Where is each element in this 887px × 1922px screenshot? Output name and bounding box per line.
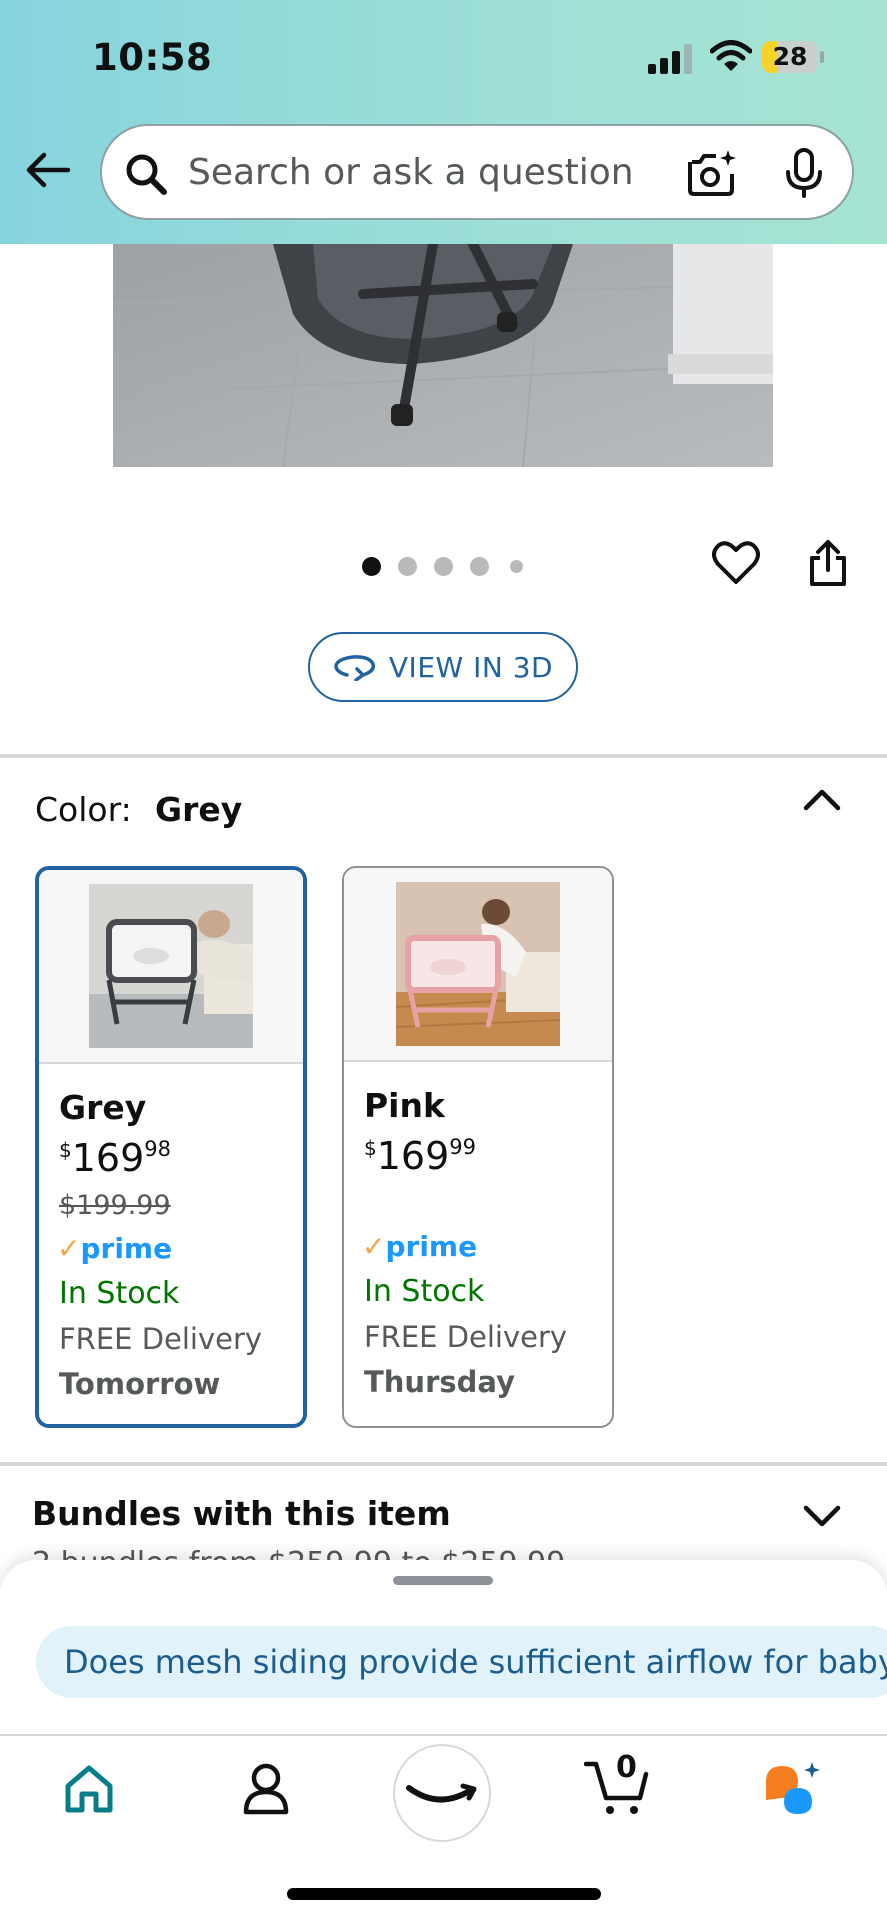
selected-color: Grey: [155, 790, 243, 829]
color-option-pink[interactable]: Pink $16999 ✓prime In Stock FREE Deliver…: [342, 866, 614, 1428]
section-divider: [0, 1462, 887, 1466]
swatch-stock: In Stock: [364, 1274, 485, 1309]
bassinet-photo: [113, 244, 773, 467]
cellular-signal-icon: [648, 44, 692, 74]
prime-label: prime: [80, 1232, 173, 1265]
product-image[interactable]: [113, 244, 773, 467]
sheet-grabber[interactable]: [393, 1576, 493, 1585]
gallery-dot[interactable]: [434, 557, 453, 576]
swatch-thumbnail-pink: [396, 882, 560, 1046]
price-currency: $: [364, 1136, 377, 1160]
swatch-name: Grey: [59, 1088, 147, 1127]
swatch-delivery-date: Thursday: [364, 1365, 515, 1399]
color-option-grey[interactable]: Grey $16998 $199.99 ✓prime In Stock FREE…: [35, 866, 307, 1428]
home-icon[interactable]: [62, 1762, 116, 1816]
swatch-name: Pink: [364, 1086, 445, 1125]
gallery-dot-active[interactable]: [362, 557, 381, 576]
status-time: 10:58: [92, 36, 213, 79]
swatch-image-area: [39, 870, 303, 1064]
microphone-icon[interactable]: [784, 148, 824, 198]
gallery-dots[interactable]: [360, 555, 526, 579]
search-input[interactable]: Search or ask a question: [188, 152, 634, 193]
chevron-up-icon[interactable]: [802, 786, 842, 812]
chevron-down-icon[interactable]: [802, 1504, 842, 1530]
home-indicator: [287, 1888, 601, 1900]
rufus-bottom-sheet[interactable]: Does mesh siding provide sufficient airf…: [0, 1560, 887, 1735]
camera-lens-icon[interactable]: [686, 148, 738, 198]
price-currency: $: [59, 1138, 72, 1162]
view-in-3d-label: VIEW IN 3D: [388, 650, 554, 684]
share-icon[interactable]: [808, 538, 848, 588]
app-header: 10:58 28 Search or ask a question: [0, 0, 887, 244]
cart-count-badge: 0: [616, 1750, 637, 1785]
swatch-price: $16999: [364, 1134, 476, 1178]
price-whole: 169: [71, 1136, 145, 1180]
price-fraction: 99: [449, 1135, 476, 1159]
bundles-title[interactable]: Bundles with this item: [32, 1494, 451, 1533]
prime-label: prime: [385, 1230, 478, 1263]
swatch-list-price: $199.99: [59, 1190, 171, 1221]
swatch-delivery-date: Tomorrow: [59, 1367, 221, 1401]
battery-percentage: 28: [772, 42, 808, 71]
gallery-dot[interactable]: [398, 557, 417, 576]
battery-cap: [820, 51, 824, 63]
rufus-assistant-icon[interactable]: [762, 1760, 824, 1816]
rotate-3d-icon: [334, 655, 375, 681]
swatch-delivery: FREE Delivery: [364, 1320, 568, 1354]
view-in-3d-button[interactable]: VIEW IN 3D: [308, 632, 578, 702]
swatch-price: $16998: [59, 1136, 171, 1180]
back-arrow-icon[interactable]: [24, 150, 72, 190]
swatch-delivery: FREE Delivery: [59, 1322, 263, 1356]
amazon-smile-icon: [406, 1783, 477, 1803]
battery-indicator: 28: [762, 41, 818, 73]
suggested-question-chip[interactable]: Does mesh siding provide sufficient airf…: [36, 1626, 887, 1698]
gallery-dot[interactable]: [470, 557, 489, 576]
prime-check-icon: ✓: [57, 1232, 81, 1265]
amazon-smile-logo-button[interactable]: [393, 1744, 491, 1842]
section-divider: [0, 754, 887, 758]
price-whole: 169: [376, 1134, 450, 1178]
search-icon: [126, 154, 167, 195]
gallery-dot[interactable]: [510, 560, 523, 573]
swatch-stock: In Stock: [59, 1276, 180, 1311]
wishlist-heart-icon[interactable]: [712, 540, 760, 586]
wifi-icon: [710, 40, 752, 71]
swatch-image-area: [344, 868, 612, 1062]
prime-check-icon: ✓: [362, 1230, 386, 1263]
search-bar[interactable]: Search or ask a question: [100, 124, 854, 220]
account-icon[interactable]: [242, 1762, 290, 1816]
color-label: Color:: [35, 790, 132, 829]
prime-badge: ✓prime: [57, 1232, 172, 1265]
prime-badge: ✓prime: [362, 1230, 477, 1263]
price-fraction: 98: [144, 1137, 171, 1161]
swatch-thumbnail-grey: [89, 884, 253, 1048]
